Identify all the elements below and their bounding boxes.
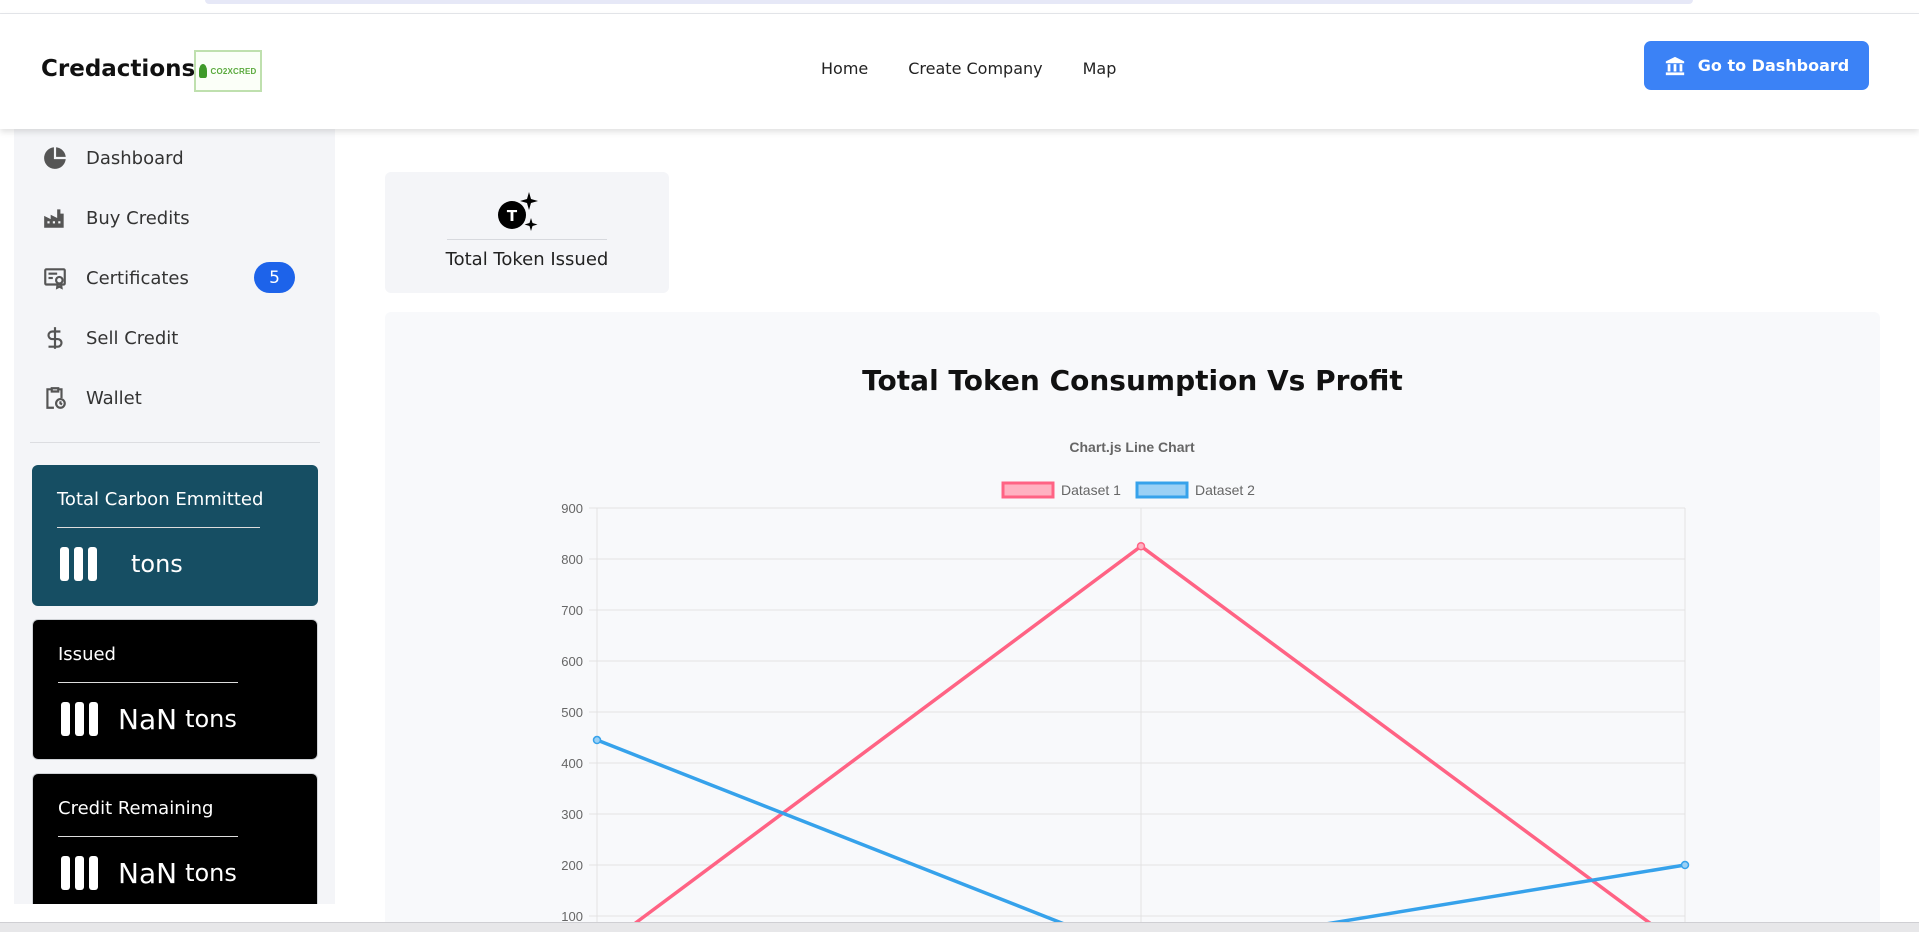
card-number: NaN — [118, 702, 178, 736]
brand-name[interactable]: Credactions — [41, 56, 195, 82]
card-unit: tons — [185, 859, 237, 887]
card-value: tons — [60, 547, 183, 581]
issued-card: Issued NaN tons — [32, 619, 318, 760]
go-to-dashboard-button[interactable]: Go to Dashboard — [1644, 41, 1869, 90]
data-point — [1136, 542, 1146, 551]
data-point — [1680, 860, 1690, 870]
chart-legend[interactable]: Dataset 1 Dataset 2 — [1001, 481, 1255, 499]
card-title: Credit Remaining — [58, 798, 214, 819]
scroll-indicator — [205, 0, 1693, 4]
sidebar-item-sell-credit[interactable]: Sell Credit — [42, 318, 178, 358]
certificates-count-badge: 5 — [254, 262, 295, 293]
token-sparkle-icon: T — [498, 192, 538, 231]
logo-text: CO2XCRED — [210, 66, 257, 76]
y-tick-label: 500 — [561, 705, 583, 720]
legend-label: Dataset 2 — [1195, 482, 1255, 498]
card-value: NaN tons — [61, 702, 237, 736]
y-tick-label: 600 — [561, 654, 583, 669]
data-point — [592, 735, 602, 745]
y-axis-ticks: 100200300400500600700800900 — [561, 501, 583, 924]
legend-swatch — [1135, 481, 1189, 499]
nav-home[interactable]: Home — [821, 59, 868, 78]
line-chart: Chart.js Line Chart Dataset 1 Dataset 2 1… — [561, 439, 1690, 932]
card-unit: tons — [185, 705, 237, 733]
y-tick-label: 200 — [561, 858, 583, 873]
card-title: Issued — [58, 644, 116, 665]
card-title: Total Carbon Emmitted — [57, 489, 264, 510]
bars-icon — [60, 547, 97, 581]
clipboard-clock-icon — [46, 387, 66, 409]
pie-chart-icon — [44, 147, 66, 169]
legend-label: Dataset 1 — [1061, 482, 1121, 498]
sidebar-item-label: Dashboard — [86, 147, 184, 169]
sidebar-item-label: Sell Credit — [86, 327, 179, 349]
bars-icon — [61, 856, 98, 890]
card-value: NaN tons — [61, 856, 237, 890]
y-tick-label: 400 — [561, 756, 583, 771]
factory-icon — [44, 209, 64, 228]
card-rule — [447, 239, 607, 240]
card-unit: tons — [131, 550, 183, 578]
nav-map[interactable]: Map — [1083, 59, 1117, 78]
y-tick-label: 300 — [561, 807, 583, 822]
card-rule — [57, 527, 260, 528]
total-carbon-card: Total Carbon Emmitted tons — [32, 465, 318, 606]
svg-text:T: T — [507, 207, 518, 225]
sidebar-item-dashboard[interactable]: Dashboard — [42, 138, 184, 178]
y-tick-label: 900 — [561, 501, 583, 516]
sidebar-item-buy-credits[interactable]: Buy Credits — [42, 198, 190, 238]
dashboard-button-label: Go to Dashboard — [1697, 56, 1850, 75]
card-rule — [58, 682, 238, 683]
top-navbar: Credactions CO2XCRED Home Create Company… — [0, 14, 1919, 129]
horizontal-scrollbar[interactable] — [0, 922, 1919, 932]
sidebar-item-label: Buy Credits — [86, 207, 190, 229]
sidebar: Dashboard Buy Credits Certificates 5 Sel… — [14, 129, 335, 904]
y-tick-label: 700 — [561, 603, 583, 618]
sidebar-item-label: Wallet — [86, 387, 142, 409]
sidebar-item-certificates[interactable]: Certificates — [42, 258, 189, 298]
sidebar-item-label: Certificates — [86, 267, 189, 289]
chart-grid — [589, 507, 1686, 932]
y-tick-label: 800 — [561, 552, 583, 567]
sidebar-divider — [30, 442, 320, 443]
sidebar-item-wallet[interactable]: Wallet — [42, 378, 142, 418]
card-number: NaN — [118, 856, 178, 890]
credit-remaining-card: Credit Remaining NaN tons — [32, 773, 318, 904]
brand-logo[interactable]: CO2XCRED — [194, 50, 262, 92]
token-card-label: Total Token Issued — [445, 249, 609, 270]
leaf-icon — [199, 64, 208, 78]
bank-icon — [1665, 56, 1684, 75]
dollar-icon — [47, 327, 63, 349]
chart-card: Total Token Consumption Vs Profit Chart.… — [385, 312, 1880, 932]
browser-top-strip — [0, 0, 1919, 14]
legend-swatch — [1001, 481, 1055, 499]
nav-create-company[interactable]: Create Company — [908, 59, 1042, 78]
bars-icon — [61, 702, 98, 736]
main-nav: Home Create Company Map — [821, 59, 1116, 78]
certificate-icon — [44, 268, 66, 290]
total-token-issued-card: T Total Token Issued — [385, 172, 669, 293]
card-rule — [58, 836, 238, 837]
chart-title: Chart.js Line Chart — [1069, 439, 1195, 455]
